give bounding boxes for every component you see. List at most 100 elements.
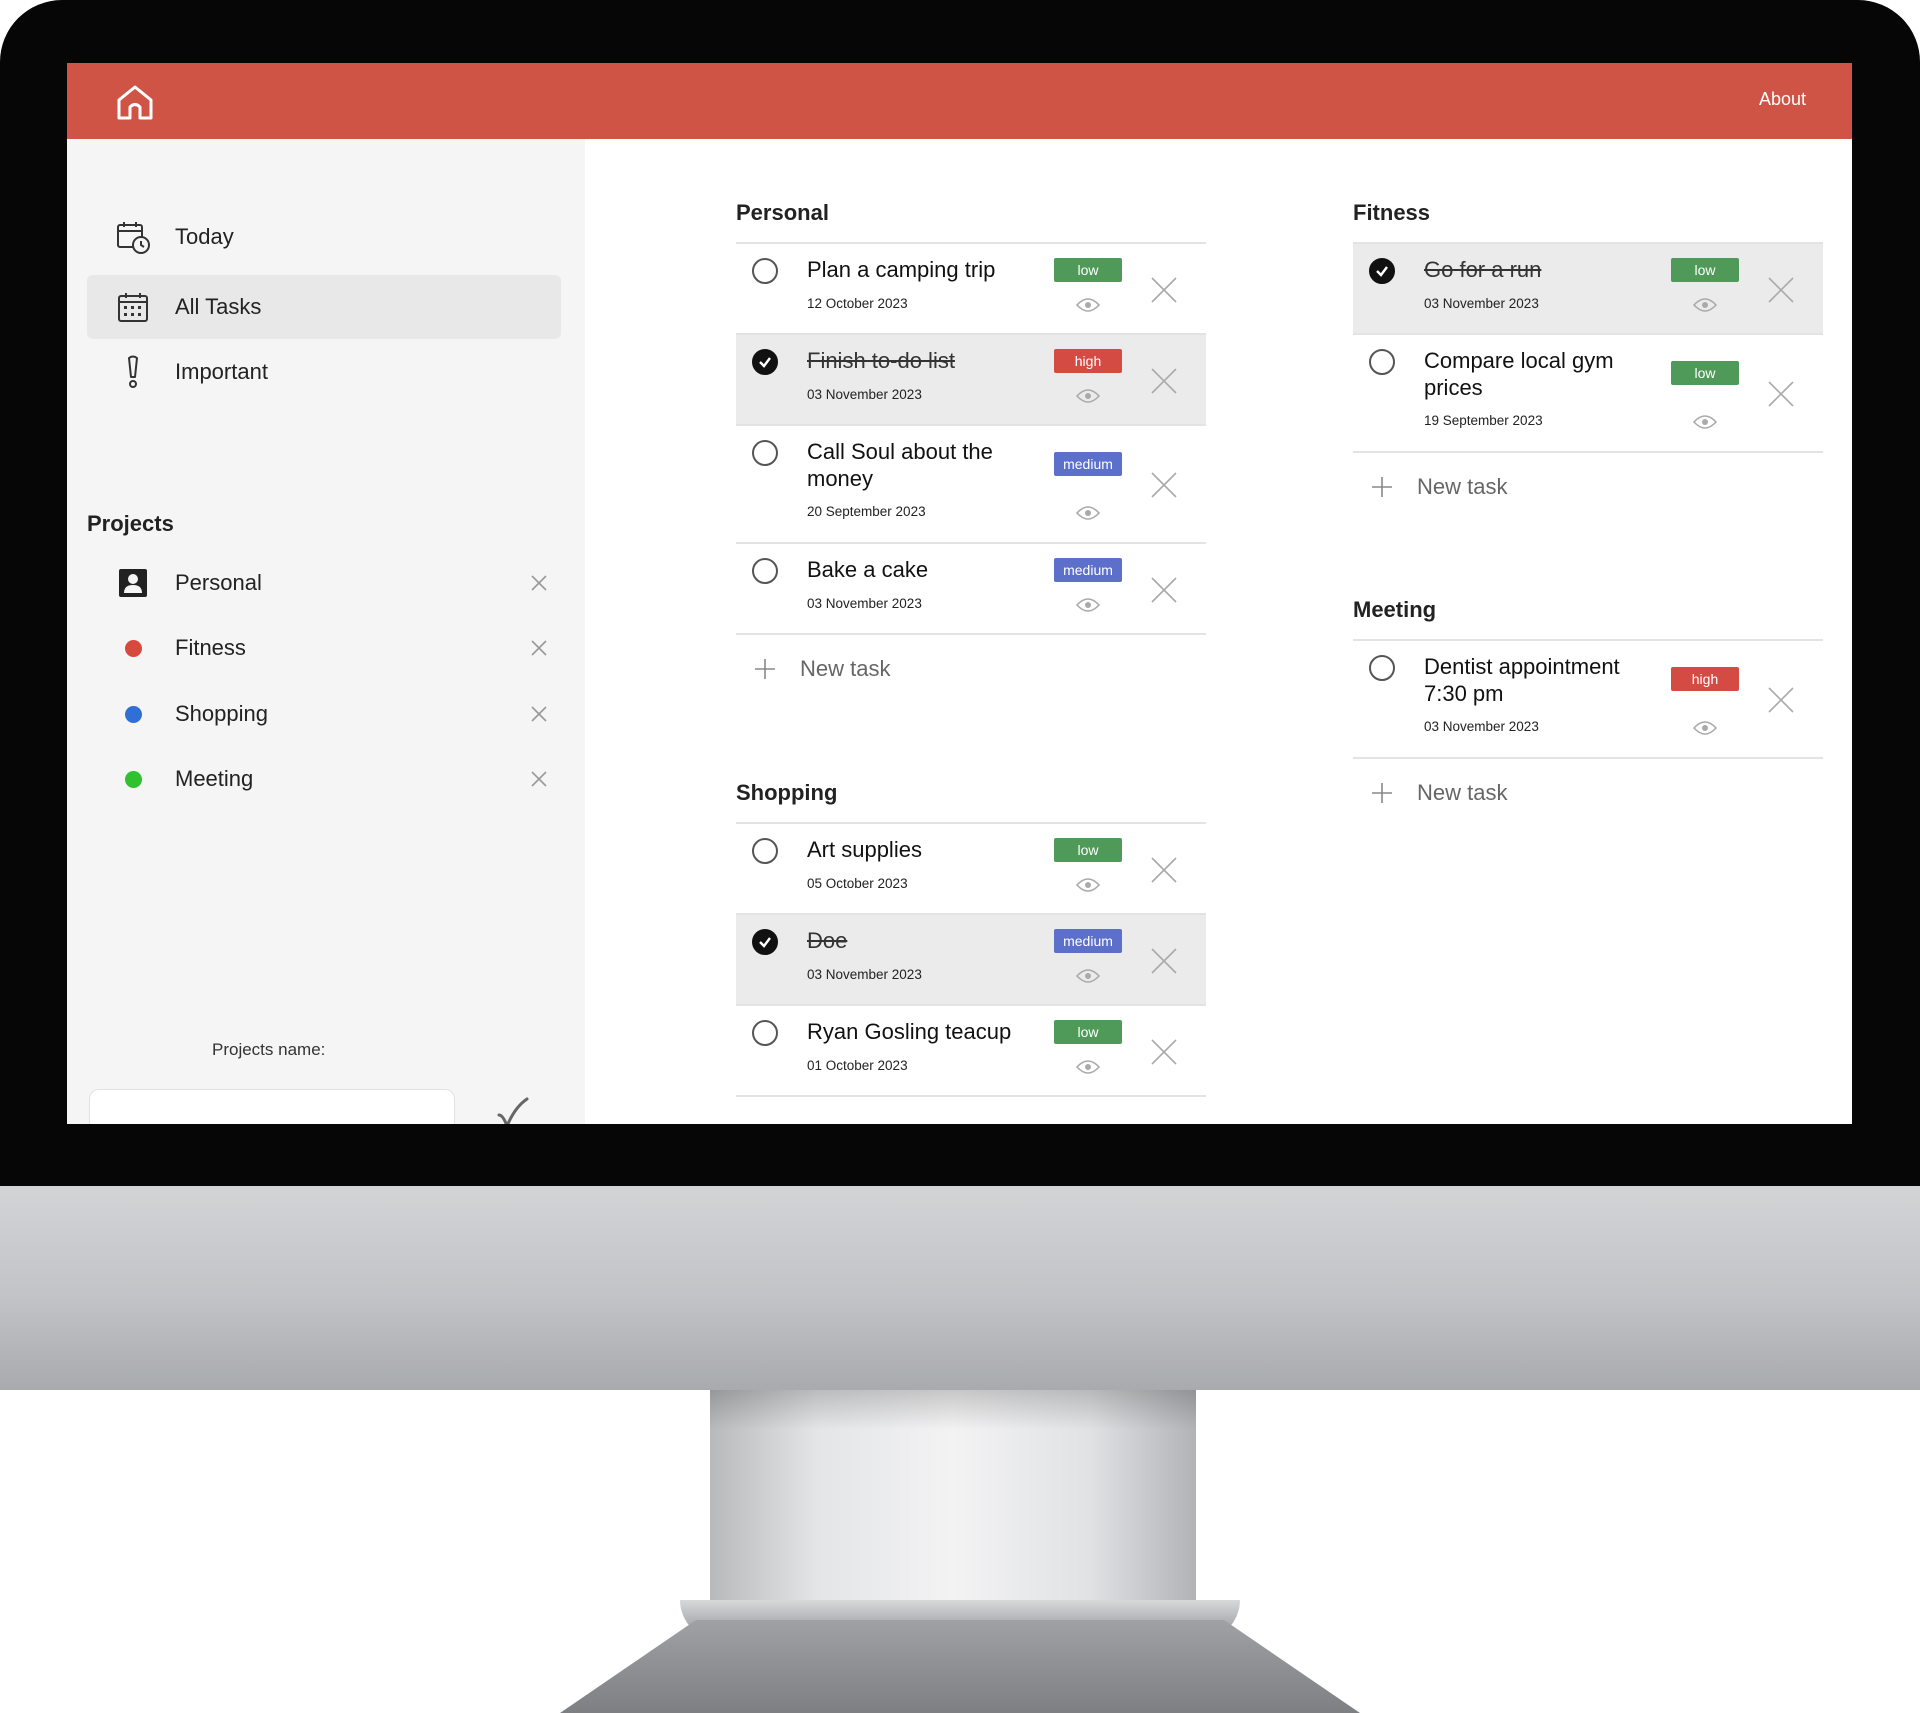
project-item-personal[interactable]: Personal xyxy=(87,553,561,613)
nav-important[interactable]: Important xyxy=(87,340,561,404)
task-title: Go for a run xyxy=(1424,257,1542,282)
task-row: Finish to-do list 03 November 2023 high xyxy=(736,335,1206,426)
priority-badge: medium xyxy=(1054,452,1122,476)
eye-icon[interactable] xyxy=(1076,297,1100,313)
nav-all-tasks[interactable]: All Tasks xyxy=(87,275,561,339)
remove-project-icon[interactable] xyxy=(527,571,551,595)
task-checkbox[interactable] xyxy=(752,929,778,955)
remove-project-icon[interactable] xyxy=(527,636,551,660)
delete-task-icon[interactable] xyxy=(1149,470,1179,500)
delete-task-icon[interactable] xyxy=(1149,575,1179,605)
task-checkbox[interactable] xyxy=(752,558,778,584)
task-title: Dentist appointment 7:30 pm xyxy=(1424,654,1620,706)
delete-task-icon[interactable] xyxy=(1766,379,1796,409)
priority-badge: low xyxy=(1054,258,1122,282)
project-label: Fitness xyxy=(175,635,246,660)
task-row: Bake a cake 03 November 2023 medium xyxy=(736,544,1206,635)
plus-icon xyxy=(1372,783,1392,803)
color-dot-icon xyxy=(113,759,153,799)
nav-all-tasks-label: All Tasks xyxy=(175,294,262,319)
task-title: Finish to-do list xyxy=(807,348,955,373)
project-label: Meeting xyxy=(175,766,254,791)
project-item-shopping[interactable]: Shopping xyxy=(87,684,561,744)
color-dot-icon xyxy=(113,628,153,668)
task-title: Art supplies xyxy=(807,837,922,862)
eye-icon[interactable] xyxy=(1693,720,1717,736)
task-list: Art supplies 05 October 2023 low Doe 03 … xyxy=(736,822,1206,1097)
eye-icon[interactable] xyxy=(1693,414,1717,430)
delete-task-icon[interactable] xyxy=(1149,275,1179,305)
task-date: 03 November 2023 xyxy=(807,967,922,982)
home-button[interactable] xyxy=(114,83,156,121)
task-checkbox[interactable] xyxy=(1369,349,1395,375)
about-link[interactable]: About xyxy=(1759,89,1806,110)
task-title: Bake a cake xyxy=(807,557,929,582)
delete-task-icon[interactable] xyxy=(1149,946,1179,976)
contact-card-icon xyxy=(113,563,153,603)
nav-today[interactable]: Today xyxy=(87,205,561,269)
nav-today-label: Today xyxy=(175,224,234,249)
home-icon xyxy=(117,85,153,120)
task-date: 19 September 2023 xyxy=(1424,413,1543,428)
sidebar: Today All Tasks Important Projects Perso… xyxy=(67,139,585,1124)
project-label: Shopping xyxy=(175,701,268,726)
task-title: Compare local gym prices xyxy=(1424,348,1614,400)
project-item-fitness[interactable]: Fitness xyxy=(87,618,561,678)
new-task-button[interactable]: New task xyxy=(1353,453,1823,521)
task-row: Go for a run 03 November 2023 low xyxy=(1353,244,1823,335)
eye-icon[interactable] xyxy=(1076,877,1100,893)
delete-task-icon[interactable] xyxy=(1149,1037,1179,1067)
plus-icon xyxy=(755,659,775,679)
delete-task-icon[interactable] xyxy=(1149,855,1179,885)
delete-task-icon[interactable] xyxy=(1766,275,1796,305)
confirm-check-icon[interactable] xyxy=(495,1095,531,1124)
new-task-label: New task xyxy=(800,656,891,681)
delete-task-icon[interactable] xyxy=(1766,685,1796,715)
task-row: Call Soul about the money 20 September 2… xyxy=(736,426,1206,544)
task-date: 01 October 2023 xyxy=(807,1058,908,1073)
section-title: Personal xyxy=(736,200,829,225)
task-title: Plan a camping trip xyxy=(807,257,996,282)
project-section-meeting: Meeting Dentist appointment 7:30 pm 03 N… xyxy=(1353,589,1823,827)
task-checkbox[interactable] xyxy=(752,440,778,466)
eye-icon[interactable] xyxy=(1693,297,1717,313)
main-content: Personal Plan a camping trip 12 October … xyxy=(585,139,1852,1124)
eye-icon[interactable] xyxy=(1076,968,1100,984)
task-row: Doe 03 November 2023 medium xyxy=(736,915,1206,1006)
task-checkbox[interactable] xyxy=(752,838,778,864)
task-checkbox[interactable] xyxy=(752,258,778,284)
task-checkbox[interactable] xyxy=(1369,655,1395,681)
eye-icon[interactable] xyxy=(1076,388,1100,404)
delete-task-icon[interactable] xyxy=(1149,366,1179,396)
new-task-button[interactable]: New task xyxy=(1353,759,1823,827)
section-title: Shopping xyxy=(736,780,838,805)
task-list: Dentist appointment 7:30 pm 03 November … xyxy=(1353,639,1823,759)
task-date: 12 October 2023 xyxy=(807,296,908,311)
calendar-clock-icon xyxy=(113,217,153,257)
eye-icon[interactable] xyxy=(1076,597,1100,613)
section-title: Fitness xyxy=(1353,200,1431,225)
task-checkbox[interactable] xyxy=(752,349,778,375)
task-checkbox[interactable] xyxy=(1369,258,1395,284)
eye-icon[interactable] xyxy=(1076,1059,1100,1075)
task-date: 20 September 2023 xyxy=(807,504,926,519)
plus-icon xyxy=(1372,477,1392,497)
priority-badge: high xyxy=(1054,349,1122,373)
monitor-stand-shadow xyxy=(710,1390,1196,1430)
project-name-label: Projects name: xyxy=(212,1040,326,1059)
color-dot-icon xyxy=(113,694,153,734)
priority-badge: medium xyxy=(1054,558,1122,582)
task-title: Doe xyxy=(807,928,848,953)
task-row: Plan a camping trip 12 October 2023 low xyxy=(736,244,1206,335)
new-task-button[interactable]: New task xyxy=(736,635,1206,703)
priority-badge: low xyxy=(1054,838,1122,862)
monitor-base xyxy=(560,1620,1360,1713)
nav-important-label: Important xyxy=(175,359,268,384)
remove-project-icon[interactable] xyxy=(527,767,551,791)
remove-project-icon[interactable] xyxy=(527,702,551,726)
project-section-fitness: Fitness Go for a run 03 November 2023 lo… xyxy=(1353,192,1823,521)
project-item-meeting[interactable]: Meeting xyxy=(87,749,561,809)
eye-icon[interactable] xyxy=(1076,505,1100,521)
task-checkbox[interactable] xyxy=(752,1020,778,1046)
project-name-input[interactable] xyxy=(89,1089,455,1124)
